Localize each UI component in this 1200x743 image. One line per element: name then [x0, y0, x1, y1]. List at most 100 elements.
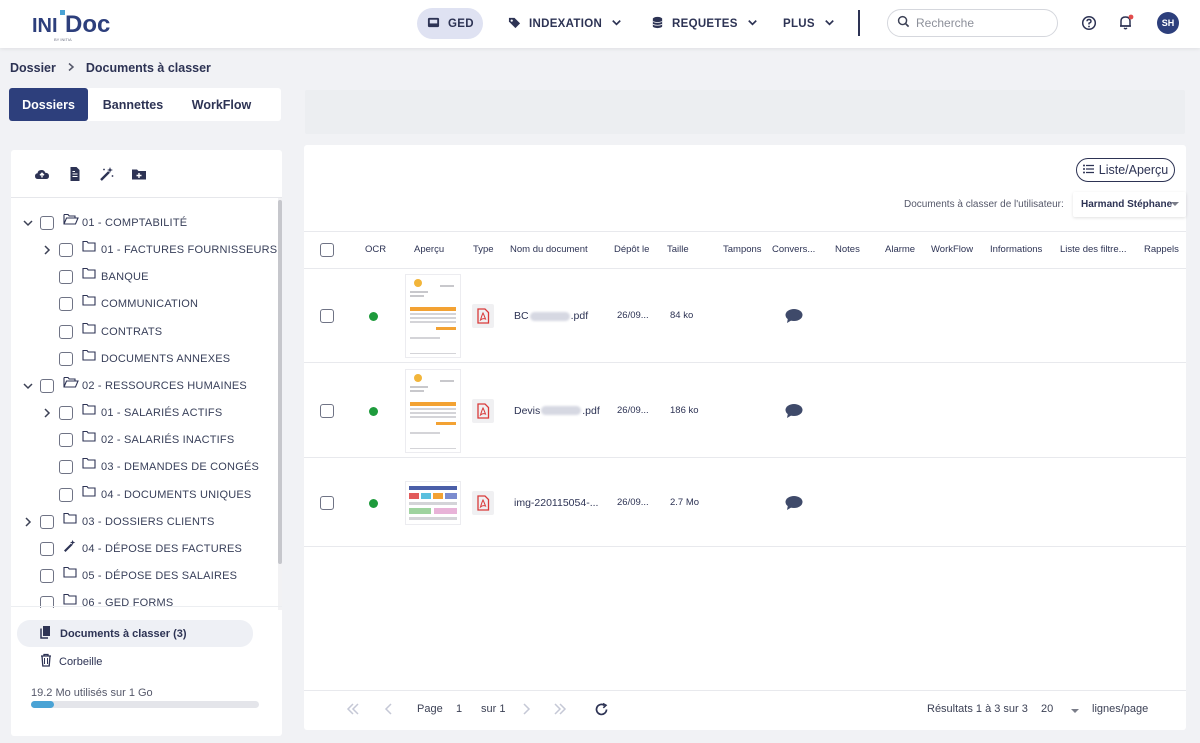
nav-ged[interactable]: GED	[417, 8, 483, 39]
row-checkbox[interactable]	[320, 403, 334, 418]
nav-indexation[interactable]: INDEXATION	[498, 8, 633, 39]
chat-bubble-icon[interactable]	[785, 403, 803, 419]
tree-item[interactable]: 01 - SALARIÉS ACTIFS	[40, 403, 222, 423]
tree-checkbox[interactable]	[59, 433, 73, 448]
chevron-down-icon	[610, 16, 623, 32]
tab-workflow[interactable]: WorkFlow	[178, 88, 265, 121]
chevron-right-icon[interactable]	[21, 515, 35, 529]
chat-bubble-icon[interactable]	[785, 495, 803, 511]
tree-item[interactable]: BANQUE	[40, 267, 149, 287]
last-page-icon[interactable]	[553, 702, 567, 719]
prev-page-icon[interactable]	[382, 702, 396, 719]
chevron-right-icon[interactable]	[40, 243, 54, 257]
chat-bubble-icon[interactable]	[785, 308, 803, 324]
tree-item[interactable]: 04 - DOCUMENTS UNIQUES	[40, 485, 251, 505]
tree-item-label: 04 - DOCUMENTS UNIQUES	[101, 488, 252, 501]
tree-item-label: 02 - RESSOURCES HUMAINES	[82, 379, 247, 392]
column-header[interactable]: OCR	[365, 244, 386, 255]
search-box[interactable]	[887, 9, 1058, 37]
bell-icon[interactable]	[1116, 12, 1136, 32]
tree-checkbox[interactable]	[40, 568, 54, 583]
scrollbar-thumb[interactable]	[278, 200, 282, 564]
chevron-down-icon[interactable]	[21, 216, 35, 230]
tree-item[interactable]: 02 - RESSOURCES HUMAINES	[21, 376, 247, 396]
per-page-select[interactable]: 20	[1041, 703, 1053, 715]
next-page-icon[interactable]	[519, 702, 533, 719]
column-header[interactable]: WorkFlow	[931, 244, 973, 255]
first-page-icon[interactable]	[346, 702, 360, 719]
document-name[interactable]: img-220115054-...	[514, 497, 598, 509]
redacted-text	[541, 406, 582, 416]
column-header[interactable]: Aperçu	[414, 244, 444, 255]
column-header[interactable]: Taille	[667, 244, 689, 255]
view-toggle-button[interactable]: Liste/Aperçu	[1076, 158, 1175, 182]
tree-item[interactable]: COMMUNICATION	[40, 294, 198, 314]
tree-item[interactable]: CONTRATS	[40, 322, 162, 342]
magic-wand-icon[interactable]	[99, 166, 115, 182]
document-preview[interactable]	[405, 274, 461, 358]
file-icon[interactable]	[67, 166, 83, 182]
document-preview[interactable]	[405, 480, 461, 525]
tree-checkbox[interactable]	[59, 297, 73, 312]
tree-checkbox[interactable]	[59, 270, 73, 285]
select-all-checkbox[interactable]	[320, 243, 334, 257]
row-checkbox[interactable]	[320, 309, 334, 323]
column-header[interactable]: Liste des filtre...	[1060, 244, 1127, 255]
tree-checkbox[interactable]	[59, 243, 73, 258]
refresh-icon[interactable]	[594, 702, 609, 720]
column-header[interactable]: Rappels	[1144, 244, 1179, 255]
user-select[interactable]: Harmand Stéphane	[1073, 192, 1186, 217]
column-header[interactable]: Informations	[990, 244, 1042, 255]
tree-checkbox[interactable]	[59, 406, 73, 421]
column-header[interactable]: Notes	[835, 244, 860, 255]
document-preview[interactable]	[405, 368, 461, 453]
trash-item[interactable]: Corbeille	[40, 653, 102, 670]
tree-item[interactable]: 03 - DOSSIERS CLIENTS	[21, 512, 215, 532]
tree-item[interactable]: 05 - DÉPOSE DES SALAIRES	[21, 566, 237, 586]
tab-dossiers[interactable]: Dossiers	[9, 88, 88, 121]
help-icon[interactable]	[1079, 13, 1099, 33]
folder-add-icon[interactable]	[131, 166, 147, 182]
table-row[interactable]: img-220115054-... 26/09... 2.7 Mo	[304, 458, 1186, 547]
tree-item[interactable]: 02 - SALARIÉS INACTIFS	[40, 430, 234, 450]
column-header[interactable]: Type	[473, 244, 494, 255]
avatar[interactable]: SH	[1157, 12, 1179, 34]
tree-item[interactable]: 01 - COMPTABILITÉ	[21, 213, 187, 233]
column-header[interactable]: Nom du document	[510, 244, 588, 255]
table-row[interactable]: Devis .pdf 26/09... 186 ko	[304, 363, 1186, 458]
column-header[interactable]: Alarme	[885, 244, 915, 255]
page-input[interactable]: 1	[456, 703, 462, 715]
table-row[interactable]: BC .pdf 26/09... 84 ko	[304, 269, 1186, 363]
tree-item[interactable]: 04 - DÉPOSE DES FACTURES	[21, 539, 242, 559]
tree-checkbox[interactable]	[59, 487, 73, 502]
nav-requetes-label: REQUETES	[672, 17, 738, 30]
column-header[interactable]: Tampons	[723, 244, 762, 255]
tree-item[interactable]: DOCUMENTS ANNEXES	[40, 349, 230, 369]
documents-to-file-item[interactable]: Documents à classer (3)	[17, 620, 253, 647]
document-name[interactable]: Devis .pdf	[514, 405, 600, 417]
chevron-right-icon[interactable]	[40, 406, 54, 420]
column-header[interactable]: Dépôt le	[614, 244, 649, 255]
cloud-upload-icon[interactable]	[34, 166, 50, 182]
document-name[interactable]: BC .pdf	[514, 310, 588, 322]
tree-checkbox[interactable]	[40, 541, 54, 556]
tree-item[interactable]: 01 - FACTURES FOURNISSEURS	[40, 240, 277, 260]
tab-bannettes[interactable]: Bannettes	[88, 88, 178, 121]
nav-plus[interactable]: PLUS	[773, 8, 846, 39]
breadcrumb-root[interactable]: Dossier	[10, 61, 56, 75]
tree-item[interactable]: 03 - DEMANDES DE CONGÉS	[40, 457, 259, 477]
tree-checkbox[interactable]	[59, 324, 73, 339]
tree-checkbox[interactable]	[59, 351, 73, 366]
column-header[interactable]: Convers...	[772, 244, 815, 255]
tree-scrollbar[interactable]	[278, 198, 282, 610]
tree-checkbox[interactable]	[40, 514, 54, 529]
search-input[interactable]	[916, 16, 1046, 30]
tree-checkbox[interactable]	[59, 460, 73, 475]
row-checkbox[interactable]	[320, 495, 334, 510]
nav-requetes[interactable]: REQUETES	[641, 8, 769, 39]
tree-checkbox[interactable]	[40, 378, 54, 393]
app-logo[interactable]: INI Doc BY INITIA	[32, 8, 116, 42]
tree-checkbox[interactable]	[40, 216, 54, 230]
caret-down-icon[interactable]	[1071, 709, 1079, 713]
chevron-down-icon[interactable]	[21, 379, 35, 393]
